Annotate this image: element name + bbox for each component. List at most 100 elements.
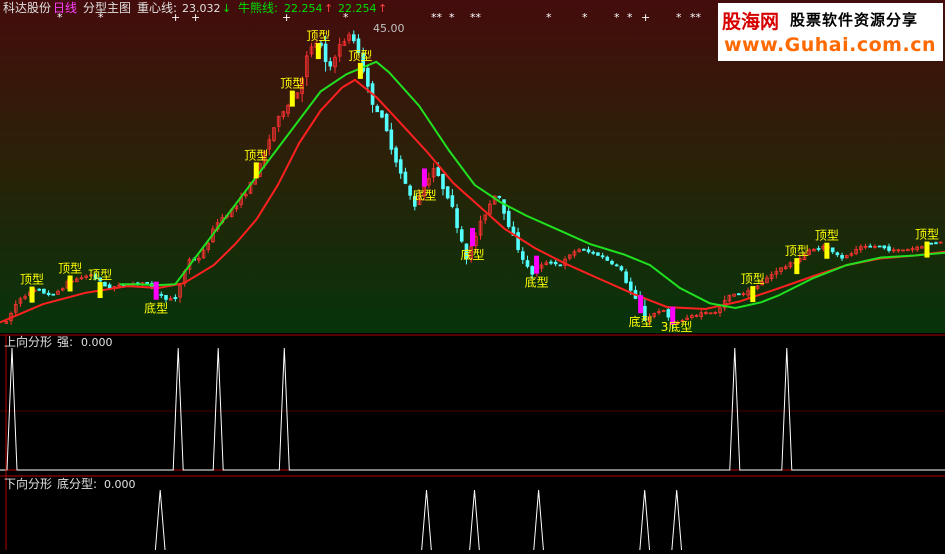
candle-body bbox=[46, 292, 51, 296]
top-fractal-bar bbox=[924, 241, 930, 258]
bottom-fractal-label: 底型 bbox=[461, 247, 485, 262]
candle-body bbox=[389, 129, 394, 150]
candle-body bbox=[929, 242, 934, 245]
candle-body bbox=[934, 242, 938, 245]
candle-body bbox=[164, 295, 168, 300]
bottom-fractal-label: 底型 bbox=[629, 314, 653, 329]
top-fractal-bar bbox=[824, 242, 830, 259]
top-fractal-label: 顶型 bbox=[348, 49, 372, 63]
bottom-fractal-label: 底型 bbox=[144, 301, 168, 316]
candle-body bbox=[887, 246, 891, 251]
center-line-label: 重心线: bbox=[137, 1, 177, 15]
top-mark: * bbox=[676, 11, 682, 24]
candle-body bbox=[42, 288, 46, 294]
top-fractal-label: 顶型 bbox=[915, 228, 939, 242]
top-mark: * bbox=[582, 11, 588, 24]
candle-body bbox=[530, 266, 534, 275]
candle-body bbox=[398, 159, 403, 174]
candle-body bbox=[351, 34, 356, 42]
price-annotation: 45.00 bbox=[373, 22, 405, 35]
candle-body bbox=[445, 186, 450, 199]
top-fractal-label: 顶型 bbox=[306, 29, 330, 43]
top-fractal-bar bbox=[315, 43, 321, 60]
candle-body bbox=[323, 43, 328, 62]
candle-body bbox=[173, 297, 178, 299]
bull-bear-value: 22.254 bbox=[284, 2, 323, 15]
top-mark: ** bbox=[470, 11, 482, 24]
stock-name: 科达股份 bbox=[3, 1, 51, 15]
top-fractal-label: 顶型 bbox=[20, 273, 44, 287]
stock-chart[interactable]: * * + + + * ** * ** * * * * + * ** 顶型顶型 顶型顶型顶型顶型顶型顶型顶型顶型… bbox=[0, 0, 945, 553]
top-mark: ** bbox=[690, 11, 702, 24]
bottom-fractal-bar bbox=[534, 255, 540, 274]
watermark-slogan: 股票软件资源分享 bbox=[790, 11, 919, 29]
top-mark: * bbox=[449, 11, 455, 24]
candle-body bbox=[610, 260, 614, 265]
candle-body bbox=[328, 61, 333, 67]
top-fractal-bar bbox=[750, 286, 756, 303]
third-value: 22.254 bbox=[338, 2, 377, 15]
candle-body bbox=[375, 105, 380, 113]
candle-body bbox=[103, 281, 107, 287]
candle-body bbox=[868, 245, 873, 248]
candle-body bbox=[51, 293, 56, 296]
indicator-name[interactable]: 分型主图 bbox=[83, 1, 131, 15]
top-mark: ** bbox=[431, 11, 443, 24]
candle-body bbox=[497, 195, 502, 198]
bottom-fractal-bar bbox=[421, 168, 427, 187]
top-mark: + bbox=[641, 11, 650, 24]
watermark-banner: 股海网 股票软件资源分享 www.Guhai.com.cn bbox=[718, 3, 943, 61]
candle-body bbox=[628, 281, 633, 291]
up-panel-title: 上向分形 bbox=[4, 334, 52, 349]
candle-body bbox=[666, 309, 671, 318]
candle-body bbox=[441, 174, 445, 190]
candle-body bbox=[459, 229, 464, 242]
candle-body bbox=[37, 288, 42, 291]
candle-body bbox=[145, 281, 149, 284]
candle-body bbox=[736, 293, 741, 296]
top-fractal-bar bbox=[29, 286, 35, 303]
candle-body bbox=[882, 245, 887, 249]
candle-body bbox=[520, 251, 525, 260]
candle-body bbox=[877, 245, 882, 248]
candle-body bbox=[506, 210, 511, 227]
candle-body bbox=[366, 67, 370, 87]
candle-body bbox=[455, 208, 459, 229]
candle-body bbox=[384, 113, 389, 132]
candle-body bbox=[107, 284, 112, 289]
down-panel-value: 0.000 bbox=[104, 478, 136, 491]
top-fractal-label: 顶型 bbox=[58, 261, 82, 275]
top-fractal-label: 顶型 bbox=[785, 244, 809, 258]
candle-body bbox=[394, 147, 398, 163]
top-fractal-bar bbox=[97, 282, 103, 299]
bottom-fractal-label: 底型 bbox=[412, 187, 436, 202]
top-mark: * bbox=[614, 11, 620, 24]
down-panel-title: 下向分形 bbox=[4, 476, 52, 491]
candle-body bbox=[835, 252, 840, 256]
candle-body bbox=[549, 261, 553, 264]
candle-body bbox=[591, 251, 596, 254]
candle-body bbox=[159, 293, 164, 296]
candle-body bbox=[619, 266, 624, 271]
candle-body bbox=[436, 167, 441, 177]
top-fractal-label: 顶型 bbox=[280, 77, 304, 91]
watermark-url: www.Guhai.com.cn bbox=[724, 34, 936, 56]
candle-body bbox=[624, 271, 628, 283]
candle-body bbox=[516, 232, 520, 250]
up-panel-label: 强: bbox=[57, 335, 73, 349]
period-label[interactable]: 日线 bbox=[53, 1, 77, 15]
candle-body bbox=[596, 252, 600, 256]
top-fractal-label: 顶型 bbox=[244, 148, 268, 162]
top-mark: * bbox=[546, 11, 552, 24]
top-fractal-bar bbox=[357, 62, 363, 79]
candle-body bbox=[502, 199, 506, 214]
top-fractal-bar bbox=[67, 275, 73, 292]
third-arrow: ↑ bbox=[378, 2, 387, 15]
candle-body bbox=[380, 110, 384, 118]
candle-body bbox=[403, 171, 408, 184]
top-mark: * bbox=[627, 11, 633, 24]
top-fractal-label: 顶型 bbox=[741, 272, 765, 286]
candle-body bbox=[605, 256, 610, 261]
center-line-arrow: ↓ bbox=[222, 2, 231, 15]
candle-body bbox=[830, 247, 835, 253]
